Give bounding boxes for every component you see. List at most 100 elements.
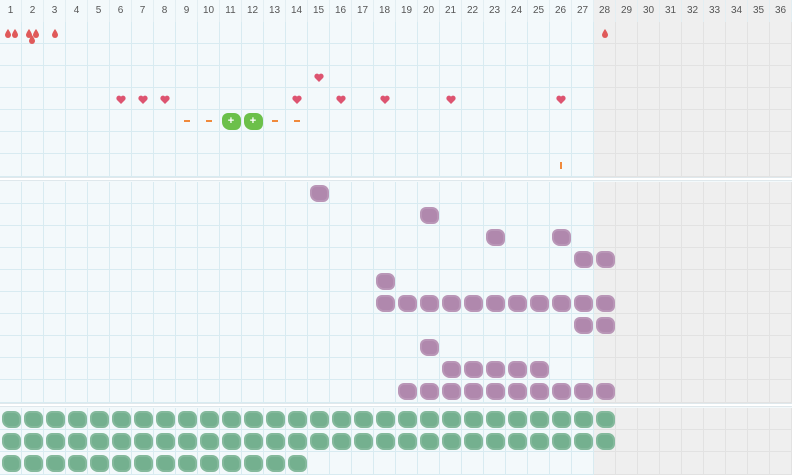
grid-cell[interactable] bbox=[198, 182, 220, 204]
grid-cell[interactable] bbox=[352, 452, 374, 475]
grid-cell[interactable] bbox=[462, 314, 484, 336]
grid-cell[interactable] bbox=[198, 44, 220, 66]
grid-cell[interactable] bbox=[572, 182, 594, 204]
grid-cell[interactable] bbox=[770, 270, 792, 292]
teal-blob-icon[interactable] bbox=[220, 408, 242, 430]
grid-cell[interactable] bbox=[660, 182, 682, 204]
grid-cell[interactable] bbox=[110, 292, 132, 314]
grid-cell[interactable] bbox=[132, 292, 154, 314]
teal-blob-icon[interactable] bbox=[264, 452, 286, 474]
teal-blob-icon[interactable] bbox=[198, 430, 220, 452]
grid-cell[interactable] bbox=[66, 22, 88, 44]
grid-cell[interactable] bbox=[66, 270, 88, 292]
grid-cell[interactable] bbox=[616, 270, 638, 292]
grid-cell[interactable] bbox=[770, 182, 792, 204]
grid-cell[interactable] bbox=[22, 182, 44, 204]
purple-blob-icon[interactable] bbox=[484, 292, 506, 314]
grid-cell[interactable] bbox=[682, 292, 704, 314]
purple-blob-icon[interactable] bbox=[594, 248, 616, 270]
grid-cell[interactable] bbox=[264, 44, 286, 66]
purple-blob-icon[interactable] bbox=[418, 336, 440, 358]
grid-cell[interactable] bbox=[594, 66, 616, 88]
teal-blob-icon[interactable] bbox=[0, 452, 22, 474]
grid-cell[interactable] bbox=[308, 154, 330, 177]
grid-cell[interactable] bbox=[66, 44, 88, 66]
grid-cell[interactable] bbox=[748, 292, 770, 314]
grid-cell[interactable] bbox=[88, 110, 110, 132]
grid-cell[interactable] bbox=[66, 358, 88, 380]
grid-cell[interactable] bbox=[748, 314, 770, 336]
grid-cell[interactable] bbox=[528, 66, 550, 88]
grid-cell[interactable] bbox=[176, 66, 198, 88]
teal-blob-icon[interactable] bbox=[440, 430, 462, 452]
grid-cell[interactable] bbox=[0, 358, 22, 380]
grid-cell[interactable] bbox=[682, 88, 704, 110]
grid-cell[interactable] bbox=[638, 314, 660, 336]
grid-cell[interactable] bbox=[770, 336, 792, 358]
grid-cell[interactable] bbox=[330, 248, 352, 270]
teal-blob-icon[interactable] bbox=[308, 408, 330, 430]
grid-cell[interactable] bbox=[286, 44, 308, 66]
grid-cell[interactable] bbox=[704, 270, 726, 292]
grid-cell[interactable] bbox=[440, 314, 462, 336]
grid-cell[interactable] bbox=[132, 110, 154, 132]
grid-cell[interactable] bbox=[682, 336, 704, 358]
grid-cell[interactable] bbox=[374, 452, 396, 475]
grid-cell[interactable] bbox=[110, 132, 132, 154]
grid-cell[interactable] bbox=[594, 110, 616, 132]
grid-cell[interactable] bbox=[506, 226, 528, 248]
grid-cell[interactable] bbox=[682, 270, 704, 292]
grid-cell[interactable] bbox=[198, 292, 220, 314]
grid-cell[interactable] bbox=[176, 292, 198, 314]
teal-blob-icon[interactable] bbox=[418, 408, 440, 430]
grid-cell[interactable] bbox=[286, 66, 308, 88]
grid-cell[interactable] bbox=[396, 452, 418, 475]
grid-cell[interactable] bbox=[44, 336, 66, 358]
grid-cell[interactable] bbox=[726, 270, 748, 292]
grid-cell[interactable] bbox=[660, 88, 682, 110]
grid-cell[interactable] bbox=[726, 452, 748, 475]
grid-cell[interactable] bbox=[506, 44, 528, 66]
grid-cell[interactable] bbox=[418, 132, 440, 154]
purple-blob-icon[interactable] bbox=[484, 380, 506, 402]
grid-cell[interactable] bbox=[44, 110, 66, 132]
grid-cell[interactable] bbox=[616, 336, 638, 358]
grid-cell[interactable] bbox=[110, 336, 132, 358]
grid-cell[interactable] bbox=[220, 132, 242, 154]
teal-blob-icon[interactable] bbox=[198, 408, 220, 430]
grid-cell[interactable] bbox=[726, 358, 748, 380]
grid-cell[interactable] bbox=[396, 132, 418, 154]
grid-cell[interactable] bbox=[198, 22, 220, 44]
grid-cell[interactable] bbox=[352, 248, 374, 270]
teal-blob-icon[interactable] bbox=[594, 408, 616, 430]
grid-cell[interactable] bbox=[638, 132, 660, 154]
purple-blob-icon[interactable] bbox=[550, 380, 572, 402]
grid-cell[interactable] bbox=[198, 336, 220, 358]
grid-cell[interactable] bbox=[462, 88, 484, 110]
grid-cell[interactable] bbox=[396, 248, 418, 270]
grid-cell[interactable] bbox=[572, 270, 594, 292]
grid-cell[interactable] bbox=[176, 154, 198, 177]
grid-cell[interactable] bbox=[550, 336, 572, 358]
grid-cell[interactable] bbox=[352, 358, 374, 380]
grid-cell[interactable] bbox=[440, 226, 462, 248]
teal-blob-icon[interactable] bbox=[396, 408, 418, 430]
grid-cell[interactable] bbox=[22, 110, 44, 132]
purple-blob-icon[interactable] bbox=[572, 380, 594, 402]
grid-cell[interactable] bbox=[44, 182, 66, 204]
grid-cell[interactable] bbox=[572, 22, 594, 44]
grid-cell[interactable] bbox=[440, 452, 462, 475]
grid-cell[interactable] bbox=[616, 452, 638, 475]
grid-cell[interactable] bbox=[264, 132, 286, 154]
grid-cell[interactable] bbox=[0, 66, 22, 88]
grid-cell[interactable] bbox=[66, 226, 88, 248]
grid-cell[interactable] bbox=[528, 22, 550, 44]
grid-cell[interactable] bbox=[484, 336, 506, 358]
grid-cell[interactable] bbox=[330, 270, 352, 292]
grid-cell[interactable] bbox=[616, 380, 638, 403]
grid-cell[interactable] bbox=[330, 380, 352, 403]
grid-cell[interactable] bbox=[484, 248, 506, 270]
teal-blob-icon[interactable] bbox=[66, 452, 88, 474]
grid-cell[interactable] bbox=[176, 314, 198, 336]
grid-cell[interactable] bbox=[198, 358, 220, 380]
